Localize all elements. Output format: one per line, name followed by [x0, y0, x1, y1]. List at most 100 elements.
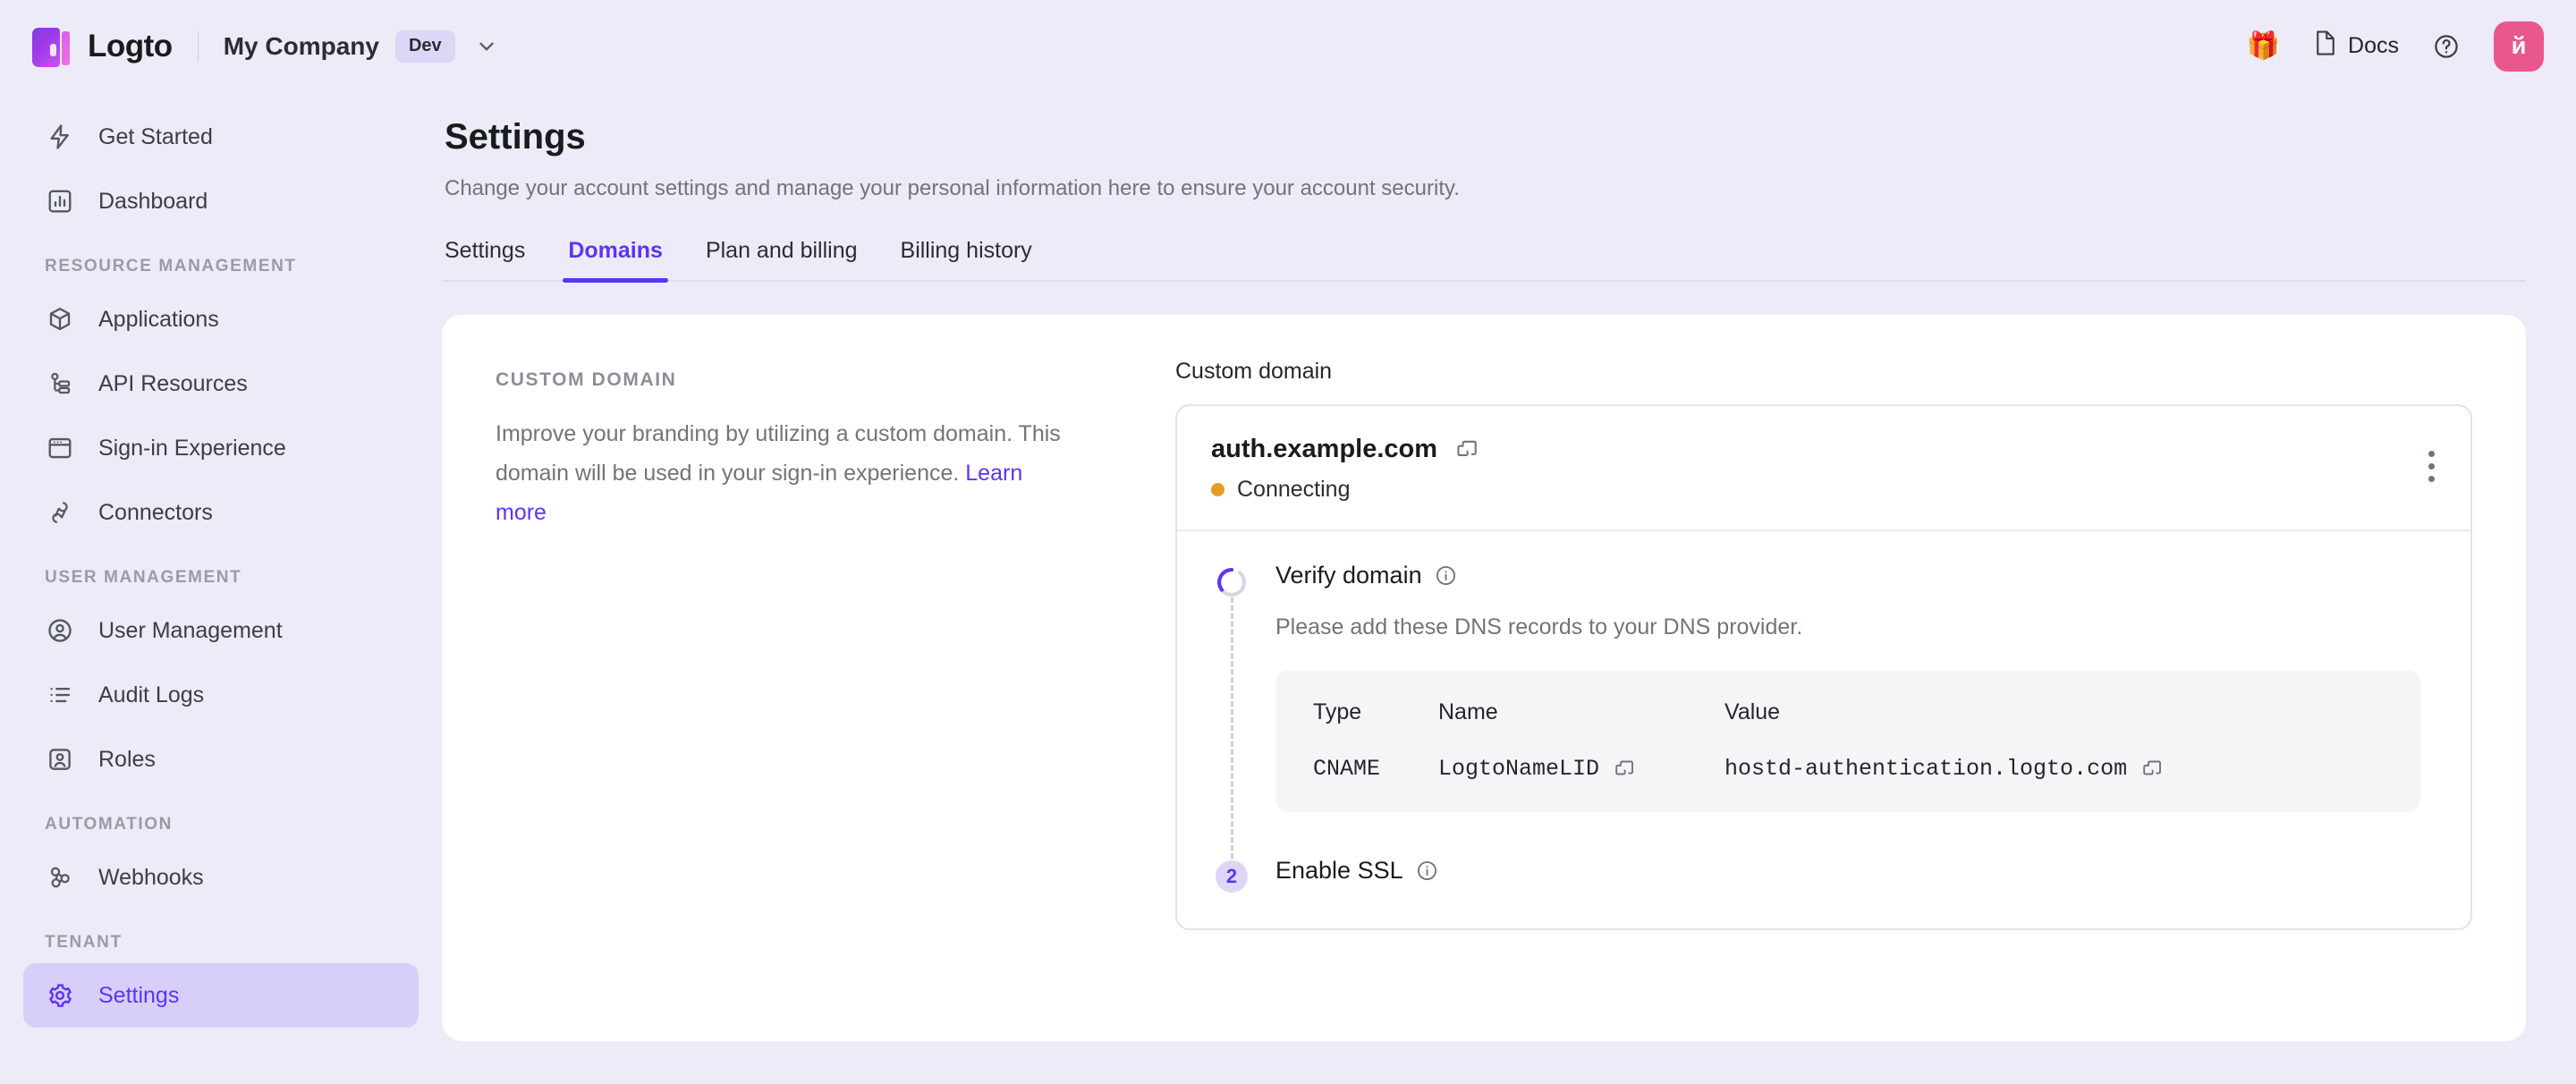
tab-plan-and-billing[interactable]: Plan and billing — [684, 238, 879, 280]
header-divider — [198, 31, 199, 62]
tab-billing-history[interactable]: Billing history — [879, 238, 1054, 280]
sidebar-item-api-resources[interactable]: API Resources — [23, 351, 419, 416]
top-bar: Logto My Company Dev 🎁 Docs й — [0, 0, 2576, 92]
sidebar-item-get-started[interactable]: Get Started — [23, 105, 419, 169]
tenant-name: My Company — [224, 32, 379, 61]
sidebar-item-settings[interactable]: Settings — [23, 963, 419, 1028]
step-title: Verify domain — [1275, 562, 1422, 589]
sidebar-item-label: Get Started — [98, 124, 213, 150]
page-subtitle: Change your account settings and manage … — [445, 176, 2526, 201]
step-enable-ssl: 2 Enable SSL — [1215, 857, 2436, 893]
sidebar-item-label: Roles — [98, 747, 156, 773]
lightning-icon — [45, 123, 74, 152]
cell-type: CNAME — [1313, 756, 1438, 782]
sidebar-item-sign-in-experience[interactable]: Sign-in Experience — [23, 416, 419, 480]
domain-header-left: auth.example.com Connecting — [1211, 435, 1479, 503]
table-row: CNAME LogtoNameLID hostd-authenticatio — [1313, 756, 2383, 782]
info-icon[interactable] — [1416, 860, 1438, 882]
sidebar-item-label: Connectors — [98, 500, 213, 526]
section-description: Improve your branding by utilizing a cus… — [496, 414, 1068, 532]
sidebar-item-webhooks[interactable]: Webhooks — [23, 845, 419, 910]
sidebar-item-label: Webhooks — [98, 865, 204, 891]
status-row: Connecting — [1211, 477, 1479, 503]
step-title: Enable SSL — [1275, 857, 1403, 885]
top-bar-actions: 🎁 Docs й — [2247, 21, 2544, 72]
sidebar-item-label: Dashboard — [98, 189, 208, 215]
webhook-icon — [45, 863, 74, 893]
brand-name: Logto — [88, 29, 173, 64]
domain-name: auth.example.com — [1211, 435, 1437, 464]
copy-icon[interactable] — [1614, 758, 1635, 780]
window-icon — [45, 434, 74, 463]
domain-box: auth.example.com Connecting — [1175, 404, 2472, 930]
status-dot-icon — [1211, 483, 1224, 496]
copy-icon[interactable] — [2141, 758, 2163, 780]
user-circle-icon — [45, 616, 74, 646]
custom-domain-field-label: Custom domain — [1175, 359, 2472, 385]
domain-header: auth.example.com Connecting — [1177, 406, 2470, 531]
logto-logo-icon — [32, 26, 70, 67]
loading-spinner-icon — [1215, 565, 1249, 599]
sidebar: Get Started Dashboard Resource Managemen… — [0, 92, 442, 1084]
sidebar-item-label: Audit Logs — [98, 682, 204, 708]
tab-domains[interactable]: Domains — [547, 238, 684, 280]
chart-box-icon — [45, 187, 74, 216]
sidebar-group-tenant: Tenant — [23, 910, 419, 963]
cube-icon — [45, 305, 74, 335]
column-header-value: Value — [1724, 699, 2383, 725]
document-icon — [2314, 30, 2337, 63]
gift-icon[interactable]: 🎁 — [2247, 33, 2280, 60]
sidebar-item-label: Applications — [98, 307, 219, 333]
column-header-name: Name — [1438, 699, 1724, 725]
sidebar-item-label: User Management — [98, 618, 283, 644]
table-header-row: Type Name Value — [1313, 699, 2383, 725]
more-vertical-icon[interactable] — [2423, 445, 2440, 487]
sidebar-item-applications[interactable]: Applications — [23, 287, 419, 351]
step-marker-spinner — [1215, 562, 1249, 812]
tenant-switcher-chevron-down-icon[interactable] — [475, 35, 498, 58]
docs-label: Docs — [2348, 33, 2399, 59]
cell-name: LogtoNameLID — [1438, 756, 1724, 782]
sidebar-item-audit-logs[interactable]: Audit Logs — [23, 663, 419, 727]
cell-value-text: hostd-authentication.logto.com — [1724, 756, 2127, 782]
sidebar-item-connectors[interactable]: Connectors — [23, 480, 419, 545]
list-icon — [45, 681, 74, 710]
sidebar-item-user-management[interactable]: User Management — [23, 598, 419, 663]
domains-card: Custom Domain Improve your branding by u… — [442, 315, 2526, 1041]
brand[interactable]: Logto — [32, 26, 173, 67]
sidebar-group-user-management: User Management — [23, 545, 419, 598]
main-content: Settings Change your account settings an… — [442, 92, 2576, 1084]
tab-settings[interactable]: Settings — [442, 238, 547, 280]
step-verify-domain: Verify domain Please add these DNS recor… — [1215, 562, 2436, 812]
section-label: Custom Domain — [496, 369, 1122, 391]
question-circle-icon[interactable] — [2433, 33, 2460, 60]
domain-name-row: auth.example.com — [1211, 435, 1479, 464]
gear-icon — [45, 981, 74, 1011]
column-header-type: Type — [1313, 699, 1438, 725]
info-icon[interactable] — [1435, 564, 1457, 587]
sidebar-item-dashboard[interactable]: Dashboard — [23, 169, 419, 233]
copy-icon[interactable] — [1455, 438, 1479, 462]
docs-link[interactable]: Docs — [2314, 30, 2399, 63]
step-number-badge: 2 — [1216, 860, 1248, 893]
status-badge: Connecting — [1237, 477, 1350, 503]
sidebar-group-resource-management: Resource Management — [23, 233, 419, 287]
sidebar-group-automation: Automation — [23, 792, 419, 845]
id-card-icon — [45, 745, 74, 775]
step-description: Please add these DNS records to your DNS… — [1275, 614, 2420, 640]
step-title-row: Enable SSL — [1275, 857, 1438, 885]
step-title-row: Verify domain — [1275, 562, 2420, 589]
environment-badge: Dev — [395, 30, 455, 63]
connectors-icon — [45, 498, 74, 528]
sidebar-item-roles[interactable]: Roles — [23, 727, 419, 792]
cell-name-text: LogtoNameLID — [1438, 756, 1599, 782]
step-marker-number: 2 — [1215, 857, 1249, 893]
sidebar-item-label: API Resources — [98, 371, 248, 397]
page-title: Settings — [445, 117, 2526, 157]
api-icon — [45, 369, 74, 399]
custom-domain-info: Custom Domain Improve your branding by u… — [496, 354, 1122, 995]
tab-bar: Settings Domains Plan and billing Billin… — [442, 238, 2526, 282]
sidebar-item-label: Settings — [98, 983, 179, 1009]
custom-domain-panel: Custom domain auth.example.com Connectin… — [1175, 354, 2472, 995]
avatar[interactable]: й — [2494, 21, 2544, 72]
